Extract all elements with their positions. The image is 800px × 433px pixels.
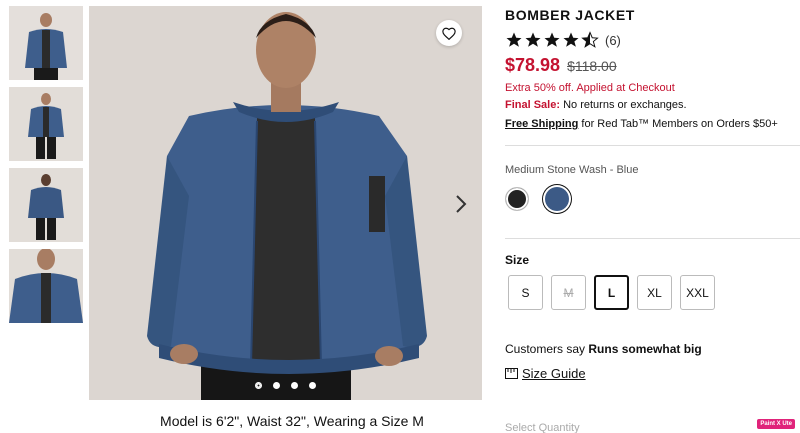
extension-badge[interactable]: Paint X Ute (757, 419, 795, 429)
fit-prefix: Customers say (505, 342, 586, 356)
swatch-black[interactable] (505, 187, 529, 211)
star-rating (505, 31, 599, 49)
shipping-text: for Red Tab™ Members on Orders $50+ (581, 118, 778, 130)
thumbnail-image (9, 249, 83, 323)
divider (505, 145, 800, 146)
carousel-dots (89, 382, 482, 389)
size-button-xxl[interactable]: XXL (680, 275, 715, 310)
divider (505, 238, 800, 239)
thumbnail-image (9, 6, 83, 80)
carousel-dot[interactable] (291, 382, 298, 389)
promo-message: Extra 50% off. Applied at Checkout (505, 82, 675, 94)
star-full-icon (506, 32, 522, 47)
carousel-dot[interactable] (255, 382, 262, 389)
final-sale-text: No returns or exchanges. (563, 99, 687, 111)
shipping-message: Free Shipping for Red Tab™ Members on Or… (505, 118, 778, 130)
size-label: Size (505, 253, 530, 267)
sale-price: $78.98 (505, 55, 561, 75)
size-button-s[interactable]: S (508, 275, 543, 310)
free-shipping-link[interactable]: Free Shipping (505, 118, 578, 130)
fit-value: Runs somewhat big (588, 342, 702, 356)
select-quantity-label: Select Quantity (505, 422, 580, 433)
carousel-dot[interactable] (309, 382, 316, 389)
heart-icon (442, 27, 456, 40)
swatch-medium-stone-wash[interactable] (545, 187, 569, 211)
model-info-caption: Model is 6'2", Waist 32", Wearing a Size… (160, 413, 424, 429)
star-half-icon (581, 31, 599, 48)
fit-feedback: Customers say Runs somewhat big (505, 342, 702, 356)
size-button-l[interactable]: L (594, 275, 629, 310)
price-block: $78.98 $118.00 (505, 55, 617, 76)
thumbnail-back[interactable] (9, 168, 83, 242)
carousel-dot[interactable] (273, 382, 280, 389)
product-title: BOMBER JACKET (505, 7, 635, 23)
star-full-icon (544, 32, 560, 47)
thumbnail-list (9, 6, 83, 330)
original-price: $118.00 (567, 58, 617, 74)
model-photo (89, 6, 482, 400)
size-selector: S M L XL XXL (508, 275, 715, 310)
star-full-icon (563, 32, 579, 47)
thumbnail-image (9, 168, 83, 242)
color-swatches (505, 187, 569, 211)
chevron-right-icon[interactable] (452, 192, 470, 216)
wishlist-button[interactable] (436, 20, 462, 46)
rating[interactable]: (6) (505, 31, 621, 49)
product-main-image[interactable] (89, 6, 482, 400)
size-guide-label: Size Guide (522, 366, 586, 381)
size-guide-link[interactable]: Size Guide (505, 366, 586, 381)
thumbnail-closeup[interactable] (9, 249, 83, 323)
size-button-m[interactable]: M (551, 275, 586, 310)
review-count[interactable]: (6) (605, 33, 621, 48)
size-button-xl[interactable]: XL (637, 275, 672, 310)
thumbnail-image (9, 87, 83, 161)
color-name: Medium Stone Wash - Blue (505, 164, 639, 176)
thumbnail-front-open[interactable] (9, 87, 83, 161)
ruler-icon (505, 368, 518, 379)
final-sale-label: Final Sale: (505, 99, 561, 111)
final-sale-notice: Final Sale: No returns or exchanges. (505, 99, 687, 111)
star-full-icon (525, 32, 541, 47)
thumbnail-front[interactable] (9, 6, 83, 80)
